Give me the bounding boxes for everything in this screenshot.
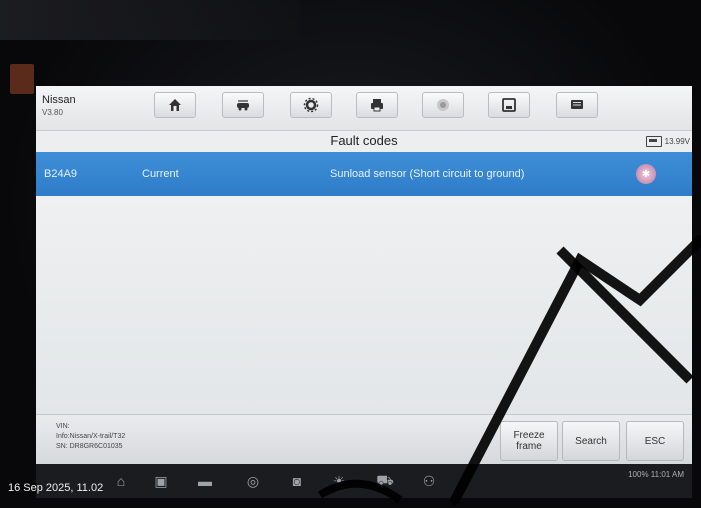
- top-toolbar: Nissan V3.80: [36, 86, 692, 131]
- freeze-frame-button[interactable]: Freeze frame: [500, 421, 558, 461]
- home-button[interactable]: [154, 92, 196, 118]
- message-button[interactable]: [556, 92, 598, 118]
- printer-icon: [371, 99, 383, 112]
- back-home-icon[interactable]: ⌂: [112, 472, 130, 490]
- screen: Nissan V3.80 13.99V Fault codes B24A9 Cu…: [36, 86, 692, 464]
- serial-number: SN: DR8GR6C01035: [56, 443, 123, 450]
- fault-description: Sunload sensor (Short circuit to ground): [330, 168, 525, 180]
- print-button[interactable]: [356, 92, 398, 118]
- browser-icon[interactable]: ◎: [244, 472, 262, 490]
- app-version: V3.80: [42, 108, 63, 117]
- vehicle-swap-button[interactable]: [222, 92, 264, 118]
- help-icon[interactable]: ✱: [636, 164, 656, 184]
- save-icon: [502, 98, 516, 112]
- photo-timestamp: 16 Sep 2025, 11.02: [8, 482, 104, 494]
- fault-status: Current: [142, 168, 179, 180]
- android-navbar: ⌂ ▣ ▬ ◎ ◙ ☀ ⛟ ⚇ 100% 11:01 AM: [36, 464, 692, 498]
- fault-list-area: [36, 196, 692, 414]
- fault-code: B24A9: [44, 168, 78, 180]
- car-icon[interactable]: ⛟: [376, 472, 394, 490]
- home-icon[interactable]: ▣: [152, 472, 170, 490]
- record-icon: [437, 99, 449, 111]
- search-button[interactable]: Search: [562, 421, 620, 461]
- home-icon: [169, 99, 181, 111]
- system-status: 100% 11:01 AM: [628, 470, 684, 479]
- app-name: Nissan: [42, 94, 76, 106]
- vin-label: VIN:: [56, 423, 70, 430]
- camera-icon[interactable]: ◙: [288, 472, 306, 490]
- recent-apps-icon[interactable]: ▬: [196, 472, 214, 490]
- bottom-bar: VIN: Info:Nissan/X-trail/T32 SN: DR8GR6C…: [36, 414, 692, 464]
- save-button[interactable]: [488, 92, 530, 118]
- bezel-glare: [0, 0, 300, 40]
- record-button[interactable]: [422, 92, 464, 118]
- message-icon: [571, 100, 583, 109]
- vci-icon[interactable]: ⚇: [420, 472, 438, 490]
- settings-icon: [303, 97, 319, 113]
- vehicle-info: Info:Nissan/X-trail/T32: [56, 433, 126, 440]
- side-tag: [10, 64, 34, 94]
- brightness-icon[interactable]: ☀: [330, 472, 348, 490]
- settings-button[interactable]: [290, 92, 332, 118]
- page-title: Fault codes: [330, 133, 398, 148]
- fault-row[interactable]: B24A9 Current Sunload sensor (Short circ…: [36, 152, 692, 196]
- esc-button[interactable]: ESC: [626, 421, 684, 461]
- vehicle-swap-icon: [237, 100, 249, 111]
